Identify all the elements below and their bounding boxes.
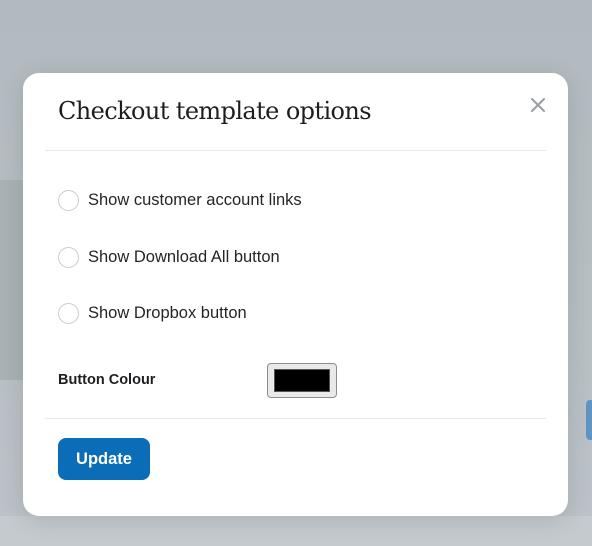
option-customer-account-links[interactable]: Show customer account links — [58, 190, 302, 211]
option-download-all-button[interactable]: Show Download All button — [58, 247, 280, 268]
modal-title: Checkout template options — [58, 97, 372, 125]
modal-footer: Update — [23, 419, 568, 515]
background-panel — [0, 180, 24, 380]
option-label: Show customer account links — [88, 191, 302, 209]
option-label: Show Dropbox button — [88, 304, 247, 322]
button-colour-picker[interactable] — [267, 363, 337, 398]
checkbox-customer-account-links[interactable] — [58, 190, 79, 211]
background-button — [586, 400, 592, 440]
checkbox-download-all-button[interactable] — [58, 247, 79, 268]
modal-header: Checkout template options — [45, 73, 546, 151]
button-colour-swatch — [274, 369, 330, 392]
checkout-options-modal: Checkout template options Show customer … — [23, 73, 568, 516]
modal-body: Show customer account links Show Downloa… — [45, 151, 546, 419]
checkbox-dropbox-button[interactable] — [58, 303, 79, 324]
option-dropbox-button[interactable]: Show Dropbox button — [58, 303, 247, 324]
background-footer — [0, 516, 592, 546]
update-button[interactable]: Update — [58, 438, 150, 480]
option-label: Show Download All button — [88, 248, 280, 266]
close-button[interactable] — [528, 95, 548, 115]
button-colour-label: Button Colour — [58, 372, 156, 388]
close-icon — [531, 98, 545, 112]
